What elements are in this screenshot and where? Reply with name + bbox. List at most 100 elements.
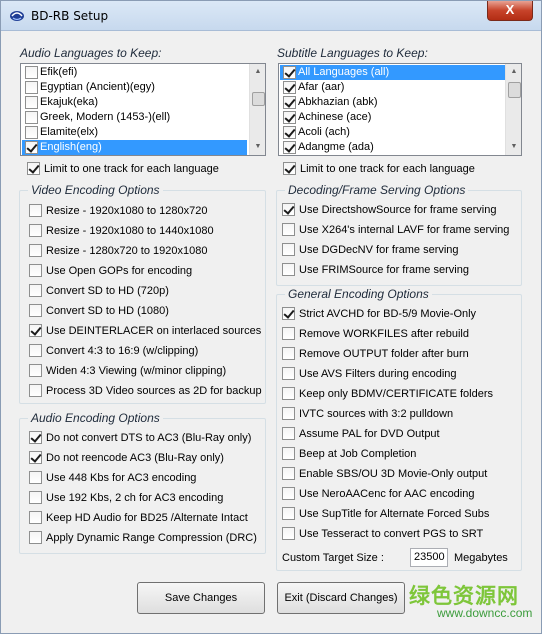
scroll-down-icon[interactable]: ▼ xyxy=(250,139,265,155)
option-row[interactable]: Use 192 Kbs, 2 ch for AC3 encoding xyxy=(29,490,265,506)
option-checkbox[interactable] xyxy=(282,447,295,460)
option-checkbox[interactable] xyxy=(29,324,42,337)
option-checkbox[interactable] xyxy=(29,431,42,444)
list-item-checkbox[interactable] xyxy=(25,96,38,109)
option-row[interactable]: Keep HD Audio for BD25 /Alternate Intact xyxy=(29,510,265,526)
list-item[interactable]: Adangme (ada) xyxy=(280,140,505,155)
option-checkbox[interactable] xyxy=(29,284,42,297)
option-checkbox[interactable] xyxy=(282,327,295,340)
option-row[interactable]: Use SupTitle for Alternate Forced Subs xyxy=(282,506,518,522)
list-item-checkbox[interactable] xyxy=(25,126,38,139)
option-row[interactable]: Use DGDecNV for frame serving xyxy=(282,242,518,258)
option-checkbox[interactable] xyxy=(29,451,42,464)
option-row[interactable]: Resize - 1920x1080 to 1280x720 xyxy=(29,203,265,219)
exit-discard-button[interactable]: Exit (Discard Changes) xyxy=(277,582,405,614)
option-row[interactable]: Do not reencode AC3 (Blu-Ray only) xyxy=(29,450,265,466)
option-checkbox[interactable] xyxy=(282,263,295,276)
option-row[interactable]: IVTC sources with 3:2 pulldown xyxy=(282,406,518,422)
custom-size-input[interactable]: 23500 xyxy=(410,548,448,567)
option-checkbox[interactable] xyxy=(29,531,42,544)
audio-limit-one-track[interactable]: Limit to one track for each language xyxy=(27,161,257,177)
option-row[interactable]: Use Open GOPs for encoding xyxy=(29,263,265,279)
option-row[interactable]: Do not convert DTS to AC3 (Blu-Ray only) xyxy=(29,430,265,446)
scroll-up-icon[interactable]: ▲ xyxy=(250,64,265,80)
audio-list-scrollbar[interactable]: ▲ ▼ xyxy=(249,64,265,155)
option-checkbox[interactable] xyxy=(282,467,295,480)
list-item[interactable]: All Languages (all) xyxy=(280,65,505,80)
subtitle-limit-one-track[interactable]: Limit to one track for each language xyxy=(283,161,513,177)
list-item-checkbox[interactable] xyxy=(283,96,296,109)
list-item-checkbox[interactable] xyxy=(25,66,38,79)
scroll-up-icon[interactable]: ▲ xyxy=(506,64,521,80)
list-item[interactable]: Ekajuk(eka) xyxy=(22,95,247,110)
option-row[interactable]: Enable SBS/OU 3D Movie-Only output xyxy=(282,466,518,482)
scroll-down-icon[interactable]: ▼ xyxy=(506,139,521,155)
list-item-checkbox[interactable] xyxy=(283,81,296,94)
option-checkbox[interactable] xyxy=(29,491,42,504)
list-item[interactable]: Abkhazian (abk) xyxy=(280,95,505,110)
option-checkbox[interactable] xyxy=(282,507,295,520)
option-row[interactable]: Process 3D Video sources as 2D for backu… xyxy=(29,383,265,399)
option-row[interactable]: Remove OUTPUT folder after burn xyxy=(282,346,518,362)
list-item[interactable]: Achinese (ace) xyxy=(280,110,505,125)
option-row[interactable]: Use DirectshowSource for frame serving xyxy=(282,202,518,218)
scroll-thumb[interactable] xyxy=(252,92,265,106)
scroll-thumb[interactable] xyxy=(508,82,521,98)
option-row[interactable]: Convert 4:3 to 16:9 (w/clipping) xyxy=(29,343,265,359)
option-checkbox[interactable] xyxy=(282,487,295,500)
list-item[interactable]: Acoli (ach) xyxy=(280,125,505,140)
option-row[interactable]: Use AVS Filters during encoding xyxy=(282,366,518,382)
list-item[interactable]: English(eng) xyxy=(22,140,247,155)
list-item[interactable]: Egyptian (Ancient)(egy) xyxy=(22,80,247,95)
option-checkbox[interactable] xyxy=(29,364,42,377)
list-item[interactable]: Afar (aar) xyxy=(280,80,505,95)
option-row[interactable]: Remove WORKFILES after rebuild xyxy=(282,326,518,342)
option-row[interactable]: Strict AVCHD for BD-5/9 Movie-Only xyxy=(282,306,518,322)
option-checkbox[interactable] xyxy=(29,224,42,237)
option-row[interactable]: Use FRIMSource for frame serving xyxy=(282,262,518,278)
option-row[interactable]: Resize - 1920x1080 to 1440x1080 xyxy=(29,223,265,239)
list-item[interactable]: Greek, Modern (1453-)(ell) xyxy=(22,110,247,125)
option-checkbox[interactable] xyxy=(282,367,295,380)
list-item-checkbox[interactable] xyxy=(283,111,296,124)
list-item-checkbox[interactable] xyxy=(25,141,38,154)
option-checkbox[interactable] xyxy=(282,407,295,420)
option-checkbox[interactable] xyxy=(282,427,295,440)
list-item-checkbox[interactable] xyxy=(25,111,38,124)
option-checkbox[interactable] xyxy=(282,203,295,216)
option-row[interactable]: Widen 4:3 Viewing (w/minor clipping) xyxy=(29,363,265,379)
subtitle-list-scrollbar[interactable]: ▲ ▼ xyxy=(505,64,521,155)
option-checkbox[interactable] xyxy=(282,527,295,540)
save-changes-button[interactable]: Save Changes xyxy=(137,582,265,614)
option-row[interactable]: Use DEINTERLACER on interlaced sources xyxy=(29,323,265,339)
option-checkbox[interactable] xyxy=(29,384,42,397)
close-button[interactable]: X xyxy=(487,1,533,21)
option-checkbox[interactable] xyxy=(29,244,42,257)
option-checkbox[interactable] xyxy=(282,347,295,360)
option-row[interactable]: Apply Dynamic Range Compression (DRC) xyxy=(29,530,265,546)
option-checkbox[interactable] xyxy=(29,304,42,317)
list-item-checkbox[interactable] xyxy=(283,66,296,79)
option-row[interactable]: Use Tesseract to convert PGS to SRT xyxy=(282,526,518,542)
option-row[interactable]: Beep at Job Completion xyxy=(282,446,518,462)
list-item-checkbox[interactable] xyxy=(25,81,38,94)
list-item[interactable]: Efik(efi) xyxy=(22,65,247,80)
list-item-checkbox[interactable] xyxy=(283,141,296,154)
audio-languages-list[interactable]: Efik(efi) Egyptian (Ancient)(egy) Ekajuk(e… xyxy=(20,63,266,156)
option-row[interactable]: Convert SD to HD (1080) xyxy=(29,303,265,319)
option-row[interactable]: Use X264's internal LAVF for frame servi… xyxy=(282,222,518,238)
option-row[interactable]: Keep only BDMV/CERTIFICATE folders xyxy=(282,386,518,402)
option-row[interactable]: Use 448 Kbs for AC3 encoding xyxy=(29,470,265,486)
option-checkbox[interactable] xyxy=(282,243,295,256)
option-row[interactable]: Convert SD to HD (720p) xyxy=(29,283,265,299)
option-checkbox[interactable] xyxy=(282,307,295,320)
option-checkbox[interactable] xyxy=(29,471,42,484)
option-row[interactable]: Assume PAL for DVD Output xyxy=(282,426,518,442)
list-item[interactable]: Elamite(elx) xyxy=(22,125,247,140)
option-checkbox[interactable] xyxy=(282,223,295,236)
audio-limit-checkbox[interactable] xyxy=(27,162,40,175)
option-checkbox[interactable] xyxy=(29,204,42,217)
option-checkbox[interactable] xyxy=(29,264,42,277)
list-item-checkbox[interactable] xyxy=(283,126,296,139)
title-bar[interactable]: BD-RB Setup X xyxy=(1,1,541,31)
